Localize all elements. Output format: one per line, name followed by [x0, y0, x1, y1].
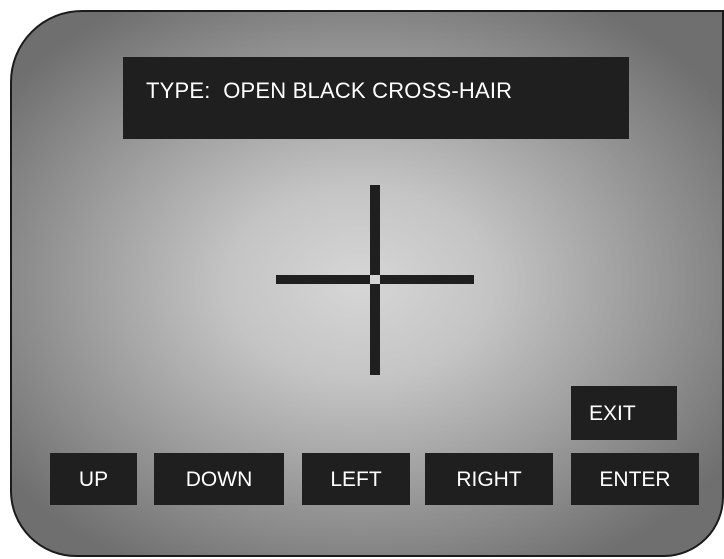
left-button[interactable]: LEFT: [302, 453, 410, 505]
exit-button[interactable]: EXIT: [571, 386, 677, 440]
crosshair-left-arm: [276, 275, 370, 284]
up-button[interactable]: UP: [50, 453, 137, 505]
crosshair-bottom-arm: [370, 284, 380, 375]
down-button[interactable]: DOWN: [154, 453, 284, 505]
crosshair-top-arm: [370, 185, 380, 275]
device-screen: TYPE: OPEN BLACK CROSS-HAIR EXIT UP DOWN…: [10, 10, 724, 557]
enter-button[interactable]: ENTER: [571, 453, 699, 505]
right-button[interactable]: RIGHT: [425, 453, 553, 505]
crosshair-right-arm: [380, 275, 474, 284]
